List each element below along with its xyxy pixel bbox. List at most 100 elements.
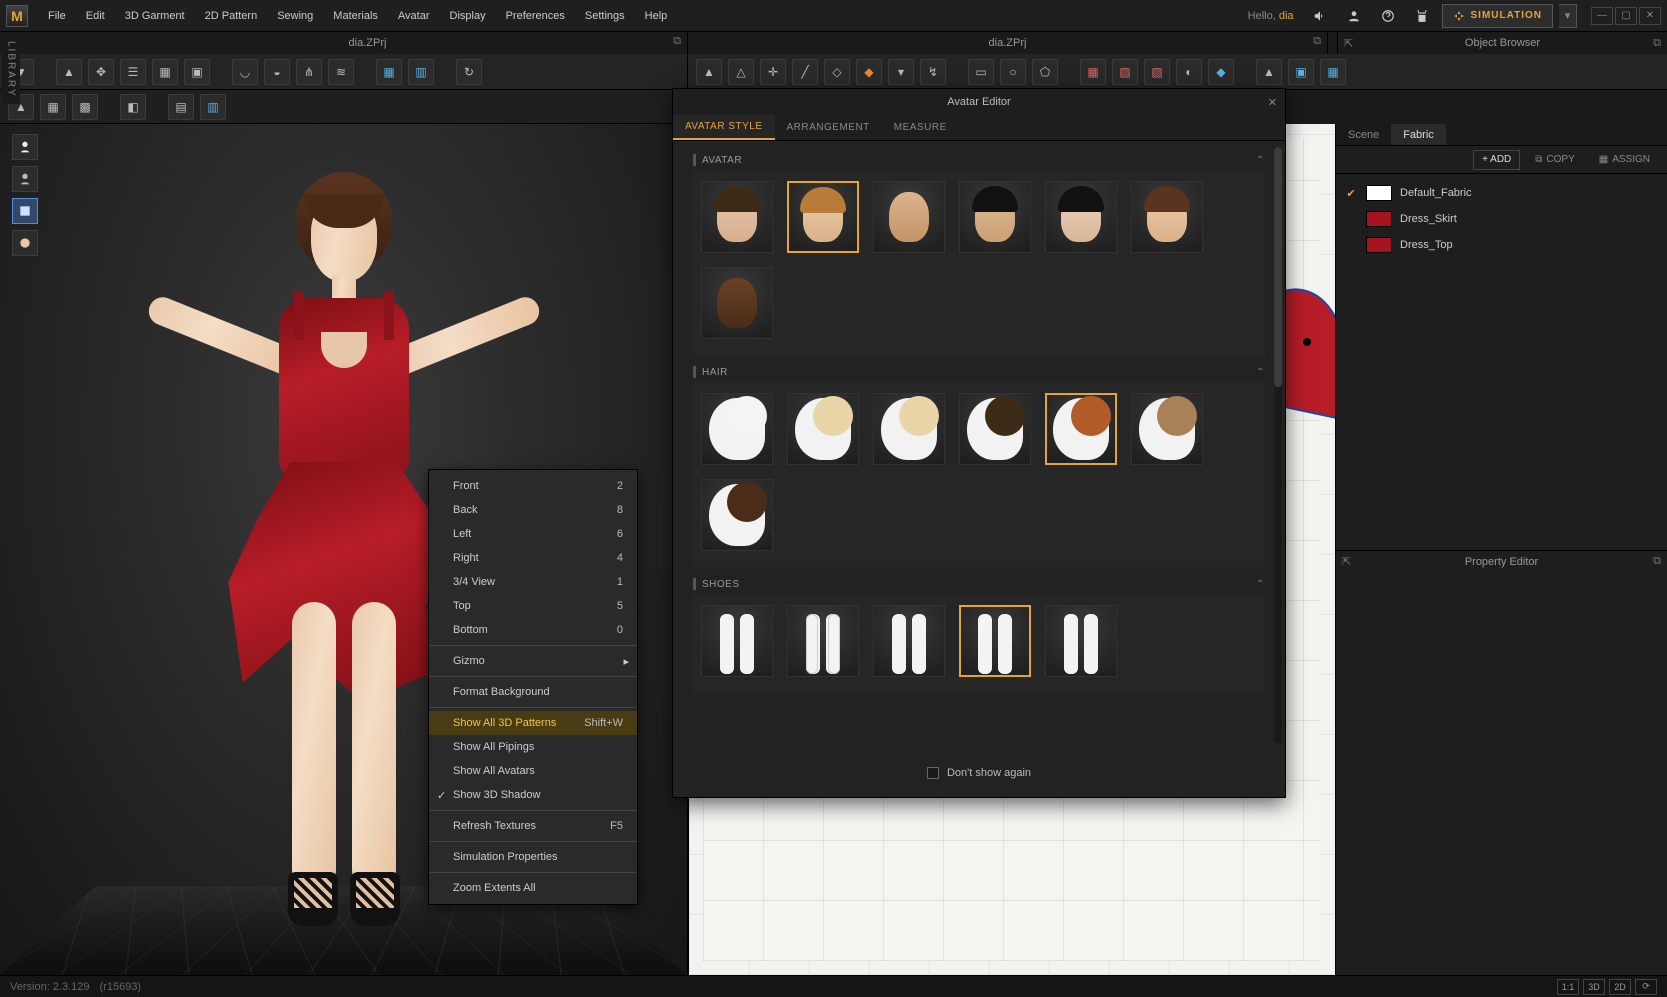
copy-button[interactable]: ⧉ COPY bbox=[1526, 150, 1583, 170]
sync-icon[interactable]: ◆ bbox=[1208, 59, 1234, 85]
avatar-thumb[interactable] bbox=[701, 267, 773, 339]
ctx-show-3d-shadow[interactable]: ✓Show 3D Shadow bbox=[429, 783, 637, 807]
hair-thumb[interactable] bbox=[1131, 393, 1203, 465]
avatar-display-toggle-icon[interactable] bbox=[12, 134, 38, 160]
section-hair-header[interactable]: HAIR⌃ bbox=[693, 361, 1265, 383]
circle-icon[interactable]: ○ bbox=[1000, 59, 1026, 85]
tab-measure[interactable]: MEASURE bbox=[882, 115, 959, 140]
scrollbar[interactable] bbox=[1274, 147, 1282, 743]
ctx-left[interactable]: Left6 bbox=[429, 522, 637, 546]
library-sidebar-tab[interactable]: LIBRARY bbox=[2, 34, 20, 104]
store-icon[interactable] bbox=[1408, 5, 1436, 27]
avatar-editor-titlebar[interactable]: Avatar Editor ✕ bbox=[673, 89, 1285, 115]
tab-3d-doc[interactable]: dia.ZPrj⧉ bbox=[48, 32, 688, 54]
animation-icon[interactable]: ↻ bbox=[456, 59, 482, 85]
show-sewing-icon[interactable]: ◐ bbox=[1176, 59, 1202, 85]
close-icon[interactable]: ✕ bbox=[1268, 96, 1277, 109]
hair-thumb[interactable] bbox=[959, 393, 1031, 465]
fabric-row[interactable]: Dress_Top bbox=[1344, 232, 1659, 258]
hair-thumb[interactable] bbox=[701, 393, 773, 465]
popout-icon[interactable]: ⧉ bbox=[1653, 555, 1661, 568]
user-icon[interactable] bbox=[1340, 5, 1368, 27]
arrange-cyl-icon[interactable]: ▥ bbox=[408, 59, 434, 85]
menu-3d-garment[interactable]: 3D Garment bbox=[115, 0, 195, 32]
ctx-show-all-pipings[interactable]: Show All Pipings bbox=[429, 735, 637, 759]
hair-thumb[interactable] bbox=[1045, 393, 1117, 465]
ctx-3-4-view[interactable]: 3/4 View1 bbox=[429, 570, 637, 594]
ctx-format-background[interactable]: Format Background bbox=[429, 680, 637, 704]
menu-help[interactable]: Help bbox=[635, 0, 678, 32]
shade-smooth-icon[interactable]: ▤ bbox=[168, 94, 194, 120]
chevron-up-icon[interactable]: ⌃ bbox=[1256, 579, 1265, 590]
mode-1to1[interactable]: 1:1 bbox=[1557, 979, 1579, 995]
edit-curve-icon[interactable]: △ bbox=[728, 59, 754, 85]
trace-icon[interactable]: ↯ bbox=[920, 59, 946, 85]
edit-pattern-icon[interactable]: ▲ bbox=[696, 59, 722, 85]
simulation-dropdown[interactable]: ▾ bbox=[1559, 4, 1577, 28]
menu-avatar[interactable]: Avatar bbox=[388, 0, 440, 32]
ctx-show-all-3d-patterns[interactable]: Show All 3D PatternsShift+W bbox=[429, 711, 637, 735]
shade-thick-icon[interactable]: ▥ bbox=[200, 94, 226, 120]
ctx-back[interactable]: Back8 bbox=[429, 498, 637, 522]
shoes-thumb[interactable] bbox=[701, 605, 773, 677]
popout-icon[interactable]: ⧉ bbox=[1313, 35, 1321, 48]
scrollbar-thumb[interactable] bbox=[1274, 147, 1282, 387]
hair-thumb[interactable] bbox=[787, 393, 859, 465]
tack-tool-icon[interactable]: ◒ bbox=[264, 59, 290, 85]
volume-icon[interactable] bbox=[1306, 5, 1334, 27]
chevron-up-icon[interactable]: ⌃ bbox=[1256, 367, 1265, 378]
ctx-top[interactable]: Top5 bbox=[429, 594, 637, 618]
avatar-thumb[interactable] bbox=[959, 181, 1031, 253]
hair-thumb[interactable] bbox=[873, 393, 945, 465]
help-icon[interactable] bbox=[1374, 5, 1402, 27]
fold-tool-icon[interactable]: ≋ bbox=[328, 59, 354, 85]
arrange-box-icon[interactable]: ▦ bbox=[376, 59, 402, 85]
ctx-front[interactable]: Front2 bbox=[429, 474, 637, 498]
ctx-show-all-avatars[interactable]: Show All Avatars bbox=[429, 759, 637, 783]
segment-sewing-icon[interactable]: ▨ bbox=[1112, 59, 1138, 85]
shoes-thumb[interactable] bbox=[873, 605, 945, 677]
dart-icon[interactable]: ◆ bbox=[856, 59, 882, 85]
add-point-icon[interactable]: ✛ bbox=[760, 59, 786, 85]
add-button[interactable]: + ADD bbox=[1473, 150, 1520, 170]
popout-icon[interactable]: ⧉ bbox=[673, 35, 681, 48]
expand-icon[interactable]: ⇱ bbox=[1344, 37, 1353, 50]
menu-settings[interactable]: Settings bbox=[575, 0, 635, 32]
polygon-icon[interactable]: ⬠ bbox=[1032, 59, 1058, 85]
hanger-tool-icon[interactable]: ☰ bbox=[120, 59, 146, 85]
menu-file[interactable]: File bbox=[38, 0, 76, 32]
shoes-thumb[interactable] bbox=[787, 605, 859, 677]
select-mesh-icon[interactable]: ▲ bbox=[1256, 59, 1282, 85]
shirt-tool-icon[interactable]: ▣ bbox=[184, 59, 210, 85]
select-tool-icon[interactable]: ▲ bbox=[56, 59, 82, 85]
menu-2d-pattern[interactable]: 2D Pattern bbox=[195, 0, 268, 32]
window-minimize[interactable]: — bbox=[1591, 7, 1613, 25]
internal-line-icon[interactable]: ╱ bbox=[792, 59, 818, 85]
menu-materials[interactable]: Materials bbox=[323, 0, 388, 32]
fabric-row[interactable]: ✔Default_Fabric bbox=[1344, 180, 1659, 206]
pattern-point[interactable] bbox=[1303, 338, 1311, 346]
tab-scene[interactable]: Scene bbox=[1336, 124, 1391, 145]
mode-2d[interactable]: 2D bbox=[1609, 979, 1631, 995]
ctx-bottom[interactable]: Bottom0 bbox=[429, 618, 637, 642]
menu-sewing[interactable]: Sewing bbox=[267, 0, 323, 32]
assign-button[interactable]: ▦ ASSIGN bbox=[1590, 150, 1659, 170]
notch-icon[interactable]: ▾ bbox=[888, 59, 914, 85]
menu-preferences[interactable]: Preferences bbox=[496, 0, 575, 32]
ctx-zoom-extents-all[interactable]: Zoom Extents All bbox=[429, 876, 637, 900]
avatar-thumb[interactable] bbox=[1045, 181, 1117, 253]
avatar-skin-toggle-icon[interactable] bbox=[12, 166, 38, 192]
rect-icon[interactable]: ▭ bbox=[968, 59, 994, 85]
ctx-refresh-textures[interactable]: Refresh TexturesF5 bbox=[429, 814, 637, 838]
sewing-edit-icon[interactable]: ▦ bbox=[1080, 59, 1106, 85]
ctx-simulation-properties[interactable]: Simulation Properties bbox=[429, 845, 637, 869]
show-mesh-icon[interactable]: ▩ bbox=[72, 94, 98, 120]
refresh-icon[interactable]: ⟳ bbox=[1635, 979, 1657, 995]
tab-fabric[interactable]: Fabric bbox=[1391, 124, 1446, 145]
fabric-row[interactable]: Dress_Skirt bbox=[1344, 206, 1659, 232]
popout-icon[interactable]: ⧉ bbox=[1653, 37, 1661, 50]
shoes-thumb[interactable] bbox=[959, 605, 1031, 677]
ctx-gizmo[interactable]: Gizmo▸ bbox=[429, 649, 637, 673]
dont-show-checkbox[interactable] bbox=[927, 767, 939, 779]
avatar-thumb[interactable] bbox=[1131, 181, 1203, 253]
